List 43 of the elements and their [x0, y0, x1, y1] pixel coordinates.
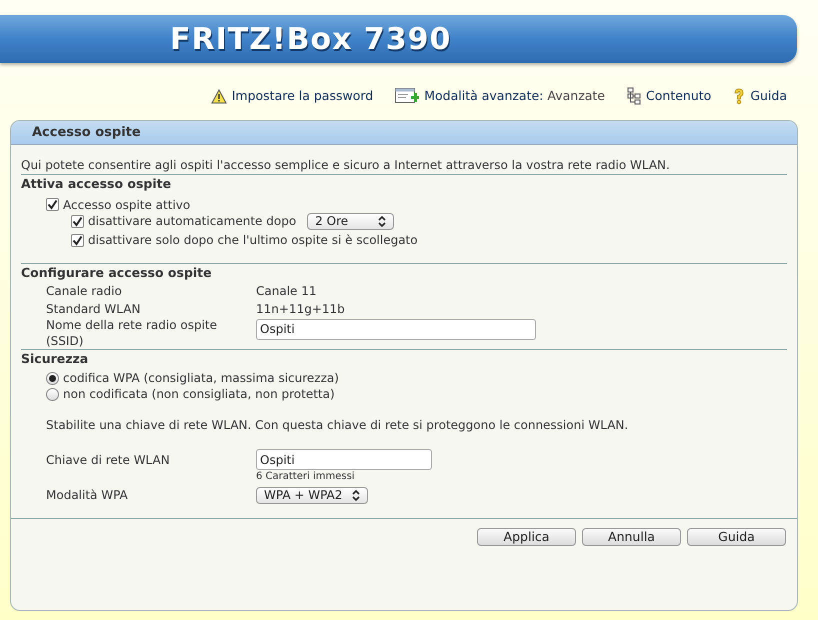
section-title: Sicurezza: [21, 350, 90, 368]
nav-link[interactable]: Guida: [750, 86, 787, 106]
field-label: Canale radio: [46, 282, 123, 298]
logo: FRITZ!Box 7390: [170, 20, 452, 58]
checkbox-label: Accesso ospite attivo: [63, 196, 190, 214]
section-title: Configurare accesso ospite: [21, 264, 213, 282]
panel-title: Accesso ospite: [32, 124, 141, 142]
mode-value: Avanzate: [547, 86, 606, 105]
text-input[interactable]: Ospiti: [256, 318, 536, 340]
action-button[interactable]: Annulla: [582, 528, 681, 546]
dropdown[interactable]: 2 Ore: [307, 212, 394, 230]
hint-text: 6 Caratteri immessi: [256, 470, 356, 484]
radio-label: codifica WPA (consigliata, massima sicurezza): [63, 370, 339, 388]
action-button[interactable]: Guida: [687, 528, 786, 546]
radio-button[interactable]: [46, 388, 59, 401]
nav-link[interactable]: Modalità avanzate:: [424, 86, 544, 106]
nav-link[interactable]: Impostare la password: [232, 86, 374, 106]
nav-link[interactable]: Contenuto: [646, 86, 712, 106]
sitemap-icon: [627, 87, 642, 105]
checkbox-label: disattivare automaticamente dopo: [88, 213, 296, 230]
radio-label: non codificata (non consigliata, non protetta): [63, 386, 335, 404]
field-label: Chiave di rete WLAN: [46, 452, 171, 469]
checkbox-label: disattivare solo dopo che l'ultimo ospite si è scollegato: [88, 232, 418, 250]
up-down-arrows-icon: [352, 490, 360, 501]
warning-icon: [210, 88, 227, 104]
checkbox[interactable]: [46, 198, 59, 212]
field-value: Canale 11: [256, 282, 316, 298]
window-plus-icon: [395, 87, 420, 105]
dropdown[interactable]: WPA + WPA2: [256, 486, 368, 504]
text-input[interactable]: Ospiti: [256, 449, 432, 470]
help-icon: [733, 88, 746, 104]
note-text: Stabilite una chiave di rete WLAN. Con questa chiave di rete si proteggono le connessioni WLAN.: [46, 417, 630, 434]
action-button[interactable]: Applica: [477, 528, 576, 546]
section-title: Attiva accesso ospite: [21, 175, 172, 193]
field-label: Modalità WPA: [46, 487, 129, 504]
intro-text: Qui potete consentire agli ospiti l'accesso semplice e sicuro a Internet attraverso la vostra rete radio WLAN.: [21, 157, 671, 174]
radio-button[interactable]: [46, 372, 59, 385]
checkbox[interactable]: [71, 214, 84, 228]
field-label: Standard WLAN: [46, 300, 142, 316]
field-label: Nome della rete radio ospite (SSID): [46, 316, 218, 348]
up-down-arrows-icon: [378, 216, 386, 227]
checkbox[interactable]: [71, 234, 84, 247]
field-value: 11n+11g+11b: [256, 300, 345, 316]
